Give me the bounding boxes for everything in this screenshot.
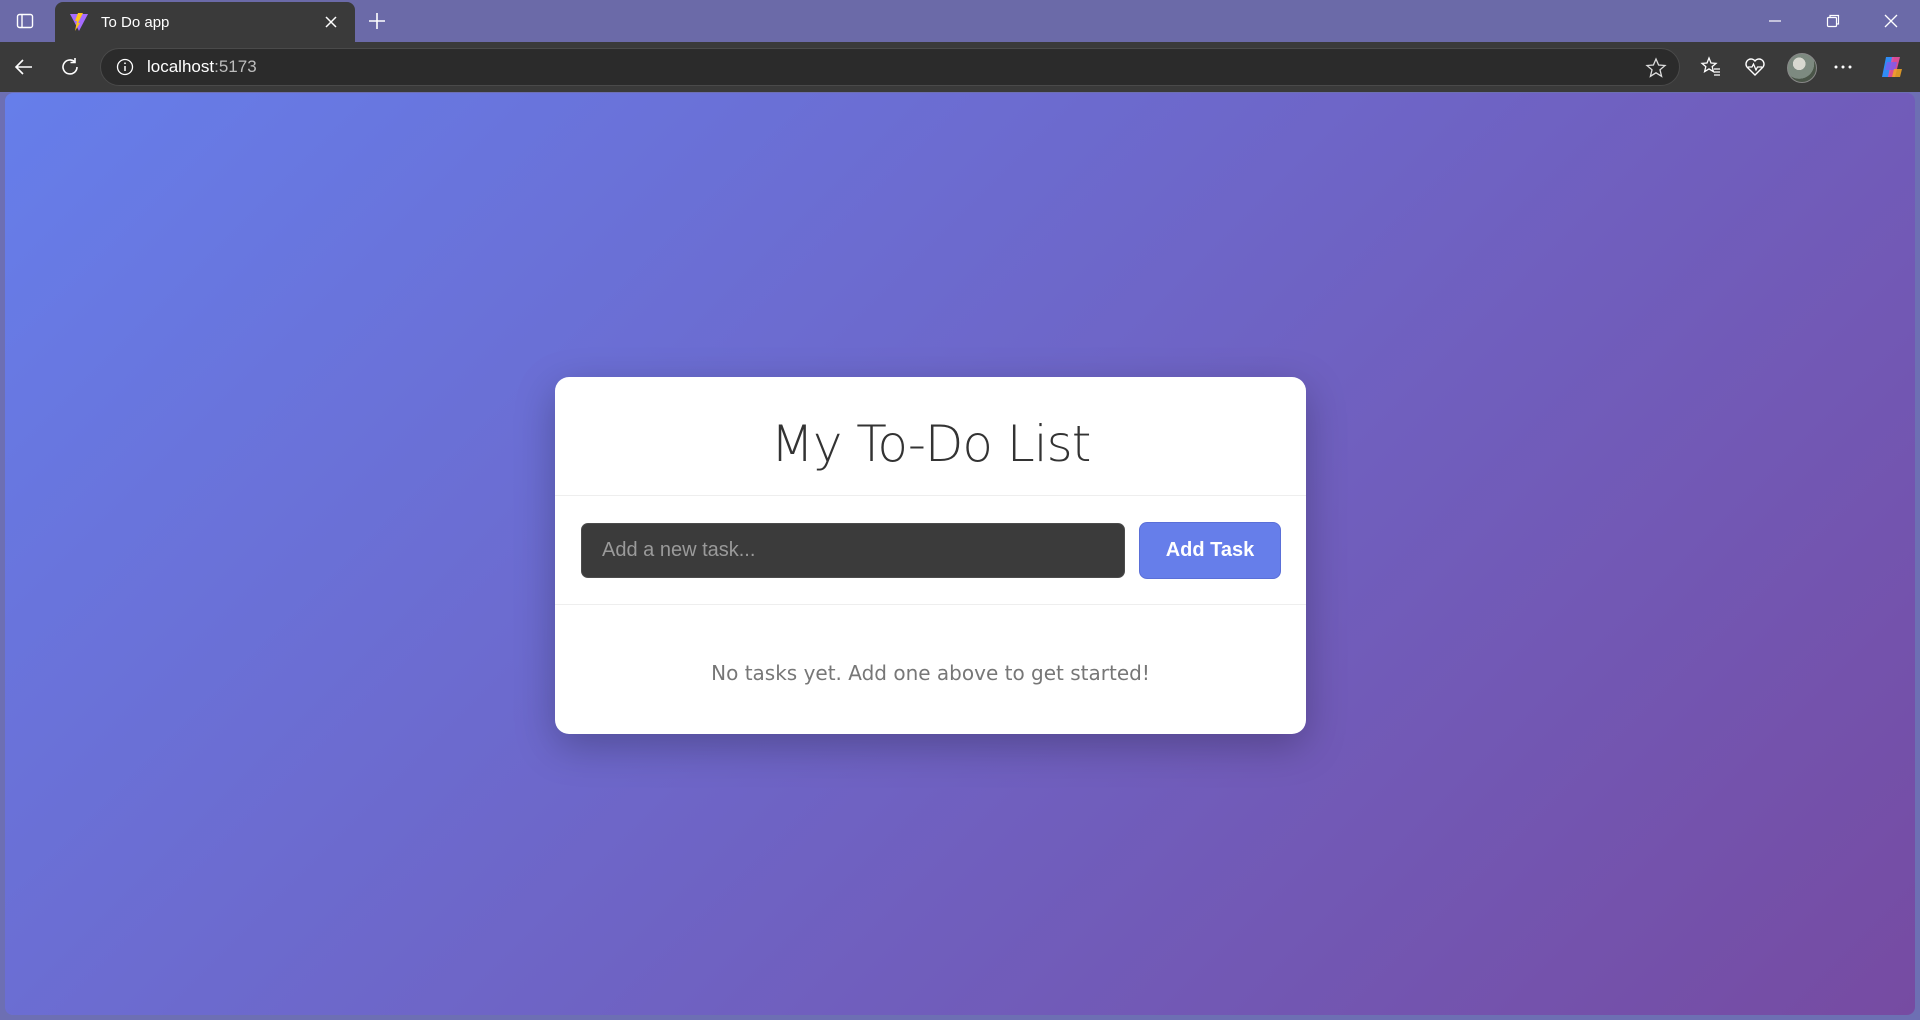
- browser-toolbar: localhost:5173: [0, 42, 1920, 92]
- restore-icon[interactable]: [1804, 0, 1862, 42]
- url-port: :5173: [214, 57, 257, 76]
- vite-logo-icon: [69, 12, 89, 32]
- back-icon[interactable]: [7, 50, 41, 84]
- new-task-input[interactable]: [581, 522, 1125, 578]
- refresh-icon[interactable]: [53, 50, 87, 84]
- address-bar[interactable]: localhost:5173: [100, 48, 1680, 86]
- empty-state-message: No tasks yet. Add one above to get start…: [711, 661, 1150, 685]
- browser-tab-active[interactable]: To Do app: [55, 2, 355, 42]
- todo-card: My To-Do List Add Task No tasks yet. Add…: [555, 377, 1306, 734]
- favorites-icon[interactable]: [1694, 50, 1728, 84]
- page-viewport: My To-Do List Add Task No tasks yet. Add…: [5, 93, 1915, 1015]
- new-tab-icon[interactable]: [364, 8, 390, 34]
- profile-avatar[interactable]: [1787, 53, 1817, 83]
- close-window-icon[interactable]: [1862, 0, 1920, 42]
- more-options-icon[interactable]: [1826, 50, 1860, 84]
- minimize-icon[interactable]: [1746, 0, 1804, 42]
- add-task-button[interactable]: Add Task: [1139, 521, 1281, 579]
- close-tab-icon[interactable]: [321, 12, 341, 32]
- window-controls: [1746, 0, 1920, 42]
- browser-essentials-icon[interactable]: [1738, 50, 1772, 84]
- copilot-icon[interactable]: [1874, 50, 1908, 84]
- site-info-icon[interactable]: [115, 57, 135, 77]
- page-title: My To-Do List: [770, 415, 1092, 473]
- favorite-star-icon[interactable]: [1645, 57, 1667, 79]
- add-task-row: Add Task: [555, 496, 1306, 604]
- browser-title-bar: To Do app: [0, 0, 1920, 42]
- tab-title: To Do app: [101, 13, 170, 31]
- tab-actions-icon[interactable]: [14, 10, 36, 32]
- url-host: localhost: [147, 57, 215, 76]
- url-text: localhost:5173: [147, 57, 257, 77]
